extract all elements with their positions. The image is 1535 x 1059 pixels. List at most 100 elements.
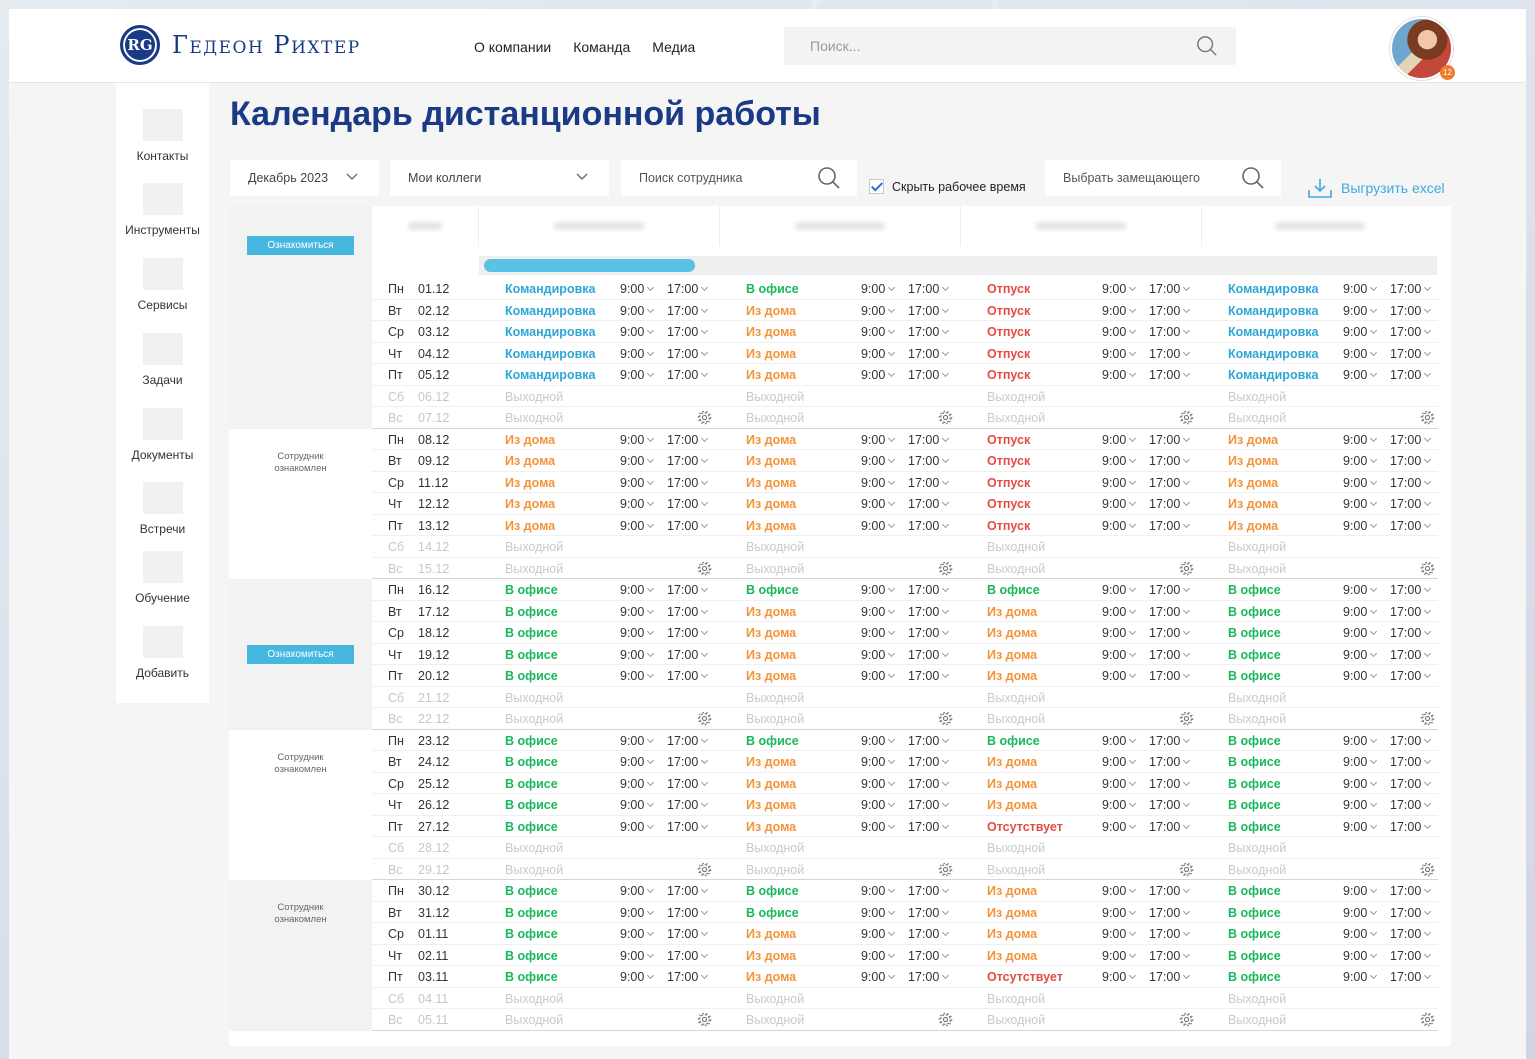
time-from-select[interactable]: 9:00	[1102, 820, 1137, 834]
time-to-select[interactable]: 17:00	[667, 347, 709, 361]
time-to-select[interactable]: 17:00	[1390, 798, 1432, 812]
status-select[interactable]: Отпуск	[987, 368, 1030, 382]
time-to-select[interactable]: 17:00	[1149, 927, 1191, 941]
status-select[interactable]: В офисе	[505, 949, 558, 963]
status-select[interactable]: Из дома	[505, 497, 555, 511]
time-to-select[interactable]: 17:00	[1149, 282, 1191, 296]
gear-icon[interactable]	[697, 711, 712, 726]
time-from-select[interactable]: 9:00	[861, 605, 896, 619]
status-select[interactable]: В офисе	[505, 820, 558, 834]
time-from-select[interactable]: 9:00	[1343, 626, 1378, 640]
time-from-select[interactable]: 9:00	[620, 605, 655, 619]
time-to-select[interactable]: 17:00	[667, 820, 709, 834]
status-select[interactable]: Из дома	[746, 304, 796, 318]
time-to-select[interactable]: 17:00	[908, 884, 950, 898]
time-to-select[interactable]: 17:00	[1149, 583, 1191, 597]
nav-about[interactable]: О компании	[474, 39, 551, 55]
time-from-select[interactable]: 9:00	[861, 626, 896, 640]
time-to-select[interactable]: 17:00	[667, 605, 709, 619]
time-from-select[interactable]: 9:00	[1343, 368, 1378, 382]
status-select[interactable]: В офисе	[1228, 755, 1281, 769]
time-from-select[interactable]: 9:00	[861, 906, 896, 920]
status-select[interactable]: В офисе	[505, 755, 558, 769]
time-to-select[interactable]: 17:00	[667, 368, 709, 382]
sidebar-item[interactable]: Документы	[116, 408, 209, 462]
time-from-select[interactable]: 9:00	[861, 325, 896, 339]
time-to-select[interactable]: 17:00	[908, 927, 950, 941]
time-from-select[interactable]: 9:00	[1102, 433, 1137, 447]
status-select[interactable]: В офисе	[1228, 906, 1281, 920]
nav-media[interactable]: Медиа	[652, 39, 695, 55]
time-to-select[interactable]: 17:00	[1390, 734, 1432, 748]
time-to-select[interactable]: 17:00	[1390, 454, 1432, 468]
time-from-select[interactable]: 9:00	[1102, 949, 1137, 963]
time-from-select[interactable]: 9:00	[861, 368, 896, 382]
time-from-select[interactable]: 9:00	[620, 669, 655, 683]
status-select[interactable]: В офисе	[987, 734, 1040, 748]
time-from-select[interactable]: 9:00	[1102, 798, 1137, 812]
status-select[interactable]: Из дома	[746, 820, 796, 834]
gear-icon[interactable]	[1420, 1012, 1435, 1027]
status-select[interactable]: Из дома	[987, 777, 1037, 791]
search-icon[interactable]	[1241, 166, 1265, 190]
time-to-select[interactable]: 17:00	[908, 798, 950, 812]
status-select[interactable]: В офисе	[1228, 734, 1281, 748]
time-from-select[interactable]: 9:00	[1343, 497, 1378, 511]
time-to-select[interactable]: 17:00	[1149, 476, 1191, 490]
global-search-input[interactable]	[784, 27, 1236, 65]
status-select[interactable]: Из дома	[505, 433, 555, 447]
time-to-select[interactable]: 17:00	[667, 927, 709, 941]
gear-icon[interactable]	[1420, 862, 1435, 877]
time-to-select[interactable]: 17:00	[908, 755, 950, 769]
time-from-select[interactable]: 9:00	[620, 497, 655, 511]
time-to-select[interactable]: 17:00	[1149, 798, 1191, 812]
gear-icon[interactable]	[1179, 1012, 1194, 1027]
gear-icon[interactable]	[1420, 561, 1435, 576]
substitute-search-input[interactable]	[1063, 171, 1238, 185]
gear-icon[interactable]	[1420, 711, 1435, 726]
status-select[interactable]: Командировка	[505, 368, 595, 382]
time-to-select[interactable]: 17:00	[667, 304, 709, 318]
time-from-select[interactable]: 9:00	[861, 798, 896, 812]
time-from-select[interactable]: 9:00	[1343, 648, 1378, 662]
time-to-select[interactable]: 17:00	[667, 884, 709, 898]
status-select[interactable]: В офисе	[746, 282, 799, 296]
status-select[interactable]: В офисе	[505, 798, 558, 812]
gear-icon[interactable]	[697, 410, 712, 425]
status-select[interactable]: Из дома	[987, 927, 1037, 941]
search-icon[interactable]	[817, 166, 841, 190]
status-select[interactable]: В офисе	[1228, 648, 1281, 662]
time-to-select[interactable]: 17:00	[1390, 648, 1432, 662]
time-from-select[interactable]: 9:00	[1102, 347, 1137, 361]
status-select[interactable]: Из дома	[987, 949, 1037, 963]
time-from-select[interactable]: 9:00	[861, 755, 896, 769]
time-from-select[interactable]: 9:00	[861, 304, 896, 318]
status-select[interactable]: В офисе	[505, 605, 558, 619]
time-to-select[interactable]: 17:00	[667, 777, 709, 791]
status-select[interactable]: В офисе	[505, 583, 558, 597]
status-select[interactable]: В офисе	[505, 669, 558, 683]
month-select[interactable]: Декабрь 2023	[230, 160, 379, 196]
time-to-select[interactable]: 17:00	[1390, 304, 1432, 318]
status-select[interactable]: Отпуск	[987, 304, 1030, 318]
time-from-select[interactable]: 9:00	[620, 884, 655, 898]
time-from-select[interactable]: 9:00	[620, 970, 655, 984]
time-to-select[interactable]: 17:00	[1149, 368, 1191, 382]
status-select[interactable]: Из дома	[1228, 519, 1278, 533]
time-from-select[interactable]: 9:00	[861, 454, 896, 468]
time-to-select[interactable]: 17:00	[667, 734, 709, 748]
time-from-select[interactable]: 9:00	[1343, 884, 1378, 898]
status-select[interactable]: Отпуск	[987, 282, 1030, 296]
status-select[interactable]: Отпуск	[987, 476, 1030, 490]
gear-icon[interactable]	[1179, 711, 1194, 726]
status-select[interactable]: Из дома	[1228, 454, 1278, 468]
status-select[interactable]: В офисе	[505, 927, 558, 941]
time-from-select[interactable]: 9:00	[1343, 347, 1378, 361]
status-select[interactable]: В офисе	[505, 884, 558, 898]
time-from-select[interactable]: 9:00	[1102, 777, 1137, 791]
sidebar-item[interactable]: Сервисы	[116, 258, 209, 312]
status-select[interactable]: Командировка	[1228, 368, 1318, 382]
time-from-select[interactable]: 9:00	[1102, 884, 1137, 898]
gear-icon[interactable]	[938, 862, 953, 877]
time-to-select[interactable]: 17:00	[667, 798, 709, 812]
